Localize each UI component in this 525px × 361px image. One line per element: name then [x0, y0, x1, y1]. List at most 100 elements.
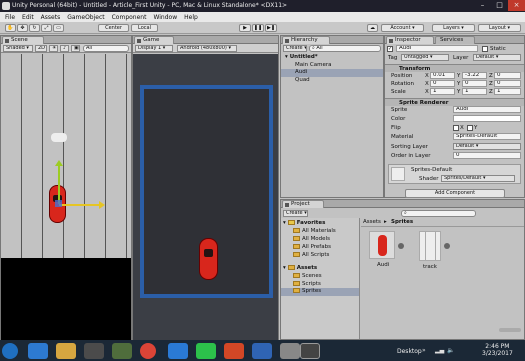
- sprite-renderer-header[interactable]: Sprite Renderer: [385, 98, 524, 106]
- ie-browser-icon[interactable]: [28, 343, 48, 359]
- shading-dropdown[interactable]: Shaded ▾: [3, 45, 33, 52]
- maximize-button[interactable]: □: [491, 0, 508, 11]
- hierarchy-item-main-camera[interactable]: Main Camera: [295, 62, 331, 68]
- position-z-field[interactable]: 0: [494, 72, 521, 79]
- tab-game[interactable]: Game: [134, 36, 174, 44]
- play-button[interactable]: ▶: [239, 24, 251, 32]
- scale-y-field[interactable]: 1: [462, 88, 487, 95]
- layout-dropdown[interactable]: Layout ▾: [478, 24, 521, 32]
- project-create-dropdown[interactable]: Create ▾: [283, 210, 308, 217]
- audio-toggle-icon[interactable]: ♪: [60, 45, 69, 52]
- material-preview[interactable]: Sprites-Default Shader Sprites/Default ▾: [388, 164, 521, 184]
- volume-icon[interactable]: 🔈: [447, 347, 455, 354]
- network-icon[interactable]: ▂▄: [435, 347, 444, 354]
- hierarchy-search-input[interactable]: ⌕ All: [309, 45, 381, 52]
- material-field[interactable]: Sprites-Default: [453, 133, 521, 140]
- scale-tool-button[interactable]: ⤢: [41, 24, 52, 32]
- move-tool-button[interactable]: ✥: [17, 24, 28, 32]
- display-dropdown[interactable]: Display 1 ▾: [135, 45, 173, 52]
- tag-dropdown[interactable]: Untagged ▾: [401, 54, 449, 61]
- shader-dropdown[interactable]: Sprites/Default ▾: [441, 175, 515, 182]
- flip-y-checkbox[interactable]: [467, 125, 473, 131]
- media-player-icon[interactable]: [84, 343, 104, 359]
- start-button-icon[interactable]: [2, 343, 18, 359]
- sprite-field[interactable]: Audi: [453, 106, 521, 113]
- menu-help[interactable]: Help: [184, 14, 198, 21]
- flip-x-checkbox[interactable]: [453, 125, 459, 131]
- collab-cloud-icon[interactable]: ☁: [367, 24, 378, 32]
- tab-hierarchy[interactable]: Hierarchy: [282, 36, 330, 44]
- assets-node[interactable]: ▾ Assets: [283, 265, 317, 271]
- menu-gameobject[interactable]: GameObject: [67, 14, 104, 21]
- rotation-y-field[interactable]: 0: [462, 80, 487, 87]
- tab-scene[interactable]: Scene: [2, 36, 44, 44]
- position-x-field[interactable]: 0.01: [430, 72, 455, 79]
- file-explorer-icon[interactable]: [56, 343, 76, 359]
- expand-track-icon[interactable]: [444, 243, 450, 249]
- assets-folder-scripts[interactable]: Scripts: [293, 281, 321, 287]
- gizmo-x-arrow-icon[interactable]: [99, 201, 105, 209]
- order-in-layer-field[interactable]: 0: [453, 152, 521, 159]
- hierarchy-item-quad[interactable]: Quad: [295, 77, 310, 83]
- menu-window[interactable]: Window: [153, 14, 177, 21]
- hierarchy-item-audi[interactable]: Audi: [281, 69, 383, 77]
- favorite-all-materials[interactable]: All Materials: [293, 228, 336, 234]
- effects-toggle-icon[interactable]: ▣: [71, 45, 80, 52]
- desktop-label[interactable]: Desktop: [397, 348, 422, 355]
- breadcrumb-root[interactable]: Assets: [363, 219, 381, 225]
- scale-x-field[interactable]: 1: [430, 88, 455, 95]
- rotation-x-field[interactable]: 0: [430, 80, 455, 87]
- move-gizmo-y-axis[interactable]: [58, 164, 60, 204]
- active-checkbox[interactable]: ✓: [387, 46, 393, 52]
- camera-gizmo-icon[interactable]: [51, 133, 67, 142]
- hierarchy-create-dropdown[interactable]: Create ▾: [283, 45, 307, 52]
- tab-inspector[interactable]: Inspector: [386, 36, 434, 44]
- asset-audi-thumbnail[interactable]: [369, 231, 395, 259]
- pause-button[interactable]: ❚❚: [252, 24, 264, 32]
- move-gizmo-x-axis[interactable]: [59, 204, 99, 206]
- lighting-toggle-icon[interactable]: ☀: [49, 45, 58, 52]
- word-icon[interactable]: [252, 343, 272, 359]
- expand-sprite-icon[interactable]: [398, 243, 404, 249]
- mode-2d-toggle[interactable]: 2D: [35, 45, 47, 52]
- game-viewport[interactable]: [133, 54, 278, 340]
- scene-search-input[interactable]: All: [83, 45, 129, 52]
- close-button[interactable]: ×: [508, 0, 525, 11]
- gizmo-center-handle[interactable]: [55, 200, 62, 207]
- favorite-all-scripts[interactable]: All Scripts: [293, 252, 329, 258]
- menu-file[interactable]: File: [5, 14, 15, 21]
- position-y-field[interactable]: -3.22: [462, 72, 487, 79]
- paint-icon[interactable]: [224, 343, 244, 359]
- favorite-all-models[interactable]: All Models: [293, 236, 330, 242]
- static-checkbox[interactable]: [482, 46, 488, 52]
- step-button[interactable]: ▶❚: [265, 24, 277, 32]
- project-search-input[interactable]: ⌕: [401, 210, 476, 217]
- hierarchy-scene-row[interactable]: ▾ Untitled*: [285, 54, 318, 60]
- tab-services[interactable]: Services: [435, 36, 475, 44]
- menu-component[interactable]: Component: [112, 14, 147, 21]
- hand-tool-button[interactable]: ✋: [5, 24, 16, 32]
- account-dropdown[interactable]: Account ▾: [381, 24, 424, 32]
- scale-z-field[interactable]: 1: [494, 88, 521, 95]
- space-toggle[interactable]: Local: [131, 24, 158, 32]
- thumbnail-size-slider[interactable]: [499, 328, 521, 332]
- breadcrumb-current[interactable]: Sprites: [391, 219, 413, 225]
- rotation-z-field[interactable]: 0: [494, 80, 521, 87]
- show-hidden-icons[interactable]: »: [422, 347, 430, 354]
- skype-icon[interactable]: [168, 343, 188, 359]
- tool-icon[interactable]: [280, 343, 300, 359]
- sorting-layer-dropdown[interactable]: Default ▾: [453, 143, 521, 150]
- assets-folder-scenes[interactable]: Scenes: [293, 273, 322, 279]
- clock[interactable]: 2:46 PM 3/23/2017: [482, 343, 513, 357]
- favorites-node[interactable]: ▾ Favorites: [283, 220, 325, 226]
- rect-tool-button[interactable]: ▭: [53, 24, 64, 32]
- menu-edit[interactable]: Edit: [22, 14, 34, 21]
- tab-project[interactable]: Project: [282, 200, 324, 208]
- scene-viewport[interactable]: [1, 54, 131, 258]
- layers-dropdown[interactable]: Layers ▾: [432, 24, 475, 32]
- gizmo-y-arrow-icon[interactable]: [55, 160, 63, 166]
- chrome-icon[interactable]: [140, 343, 156, 359]
- app-icon[interactable]: [112, 343, 132, 359]
- assets-folder-sprites[interactable]: Sprites: [281, 288, 359, 296]
- transform-header[interactable]: Transform: [385, 64, 524, 72]
